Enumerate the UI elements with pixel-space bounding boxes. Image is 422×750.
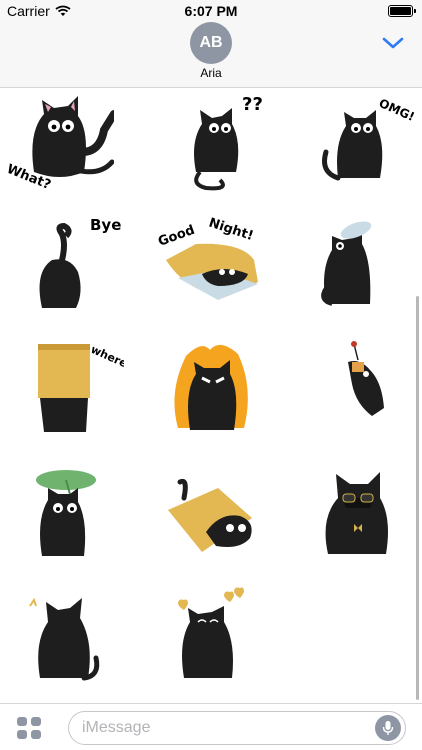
sticker-where-caption: where? — [89, 343, 124, 373]
sticker-sunglasses[interactable] — [310, 454, 420, 559]
avatar-initials: AB — [199, 34, 223, 51]
sticker-binoculars[interactable] — [310, 212, 420, 317]
sticker-bye[interactable]: Bye — [22, 212, 132, 317]
sticker-angry[interactable] — [158, 332, 268, 437]
sticker-night-caption: Night! — [207, 216, 255, 244]
app-drawer-icon[interactable] — [16, 716, 42, 740]
sticker-question[interactable]: ?? — [160, 92, 270, 197]
scrollbar[interactable] — [416, 296, 419, 700]
sticker-grid: What? ?? OMG! Bye Good Night! where? — [0, 90, 422, 700]
message-field[interactable] — [68, 711, 406, 745]
sticker-good-caption: Good — [158, 223, 197, 250]
sticker-good-night[interactable]: Good Night! — [156, 212, 268, 317]
message-input[interactable] — [69, 712, 365, 744]
sticker-leaf-umbrella[interactable] — [18, 454, 128, 559]
sticker-what[interactable]: What? — [4, 92, 118, 197]
sticker-sitting-back[interactable] — [24, 578, 134, 683]
contact-avatar[interactable]: AB — [190, 22, 232, 64]
sticker-box-hide[interactable] — [160, 454, 270, 559]
battery-level — [390, 7, 411, 15]
sticker-love[interactable] — [168, 578, 278, 683]
sticker-omg-caption: OMG! — [377, 96, 417, 124]
sticker-bye-caption: Bye — [90, 216, 121, 234]
contact-name[interactable]: Aria — [0, 66, 422, 80]
sticker-hanging[interactable] — [316, 332, 422, 437]
conversation-header: AB Aria — [0, 22, 422, 88]
sticker-where[interactable]: where? — [14, 332, 135, 437]
sticker-omg[interactable]: OMG! — [316, 92, 422, 197]
sticker-question-caption: ?? — [242, 94, 263, 115]
chevron-down-icon[interactable] — [382, 36, 404, 50]
microphone-button[interactable] — [375, 715, 401, 741]
microphone-icon — [382, 721, 394, 735]
status-time: 6:07 PM — [184, 3, 238, 19]
status-bar: Carrier 6:07 PM — [0, 0, 422, 22]
message-input-bar — [0, 703, 422, 750]
battery-icon — [388, 5, 416, 17]
